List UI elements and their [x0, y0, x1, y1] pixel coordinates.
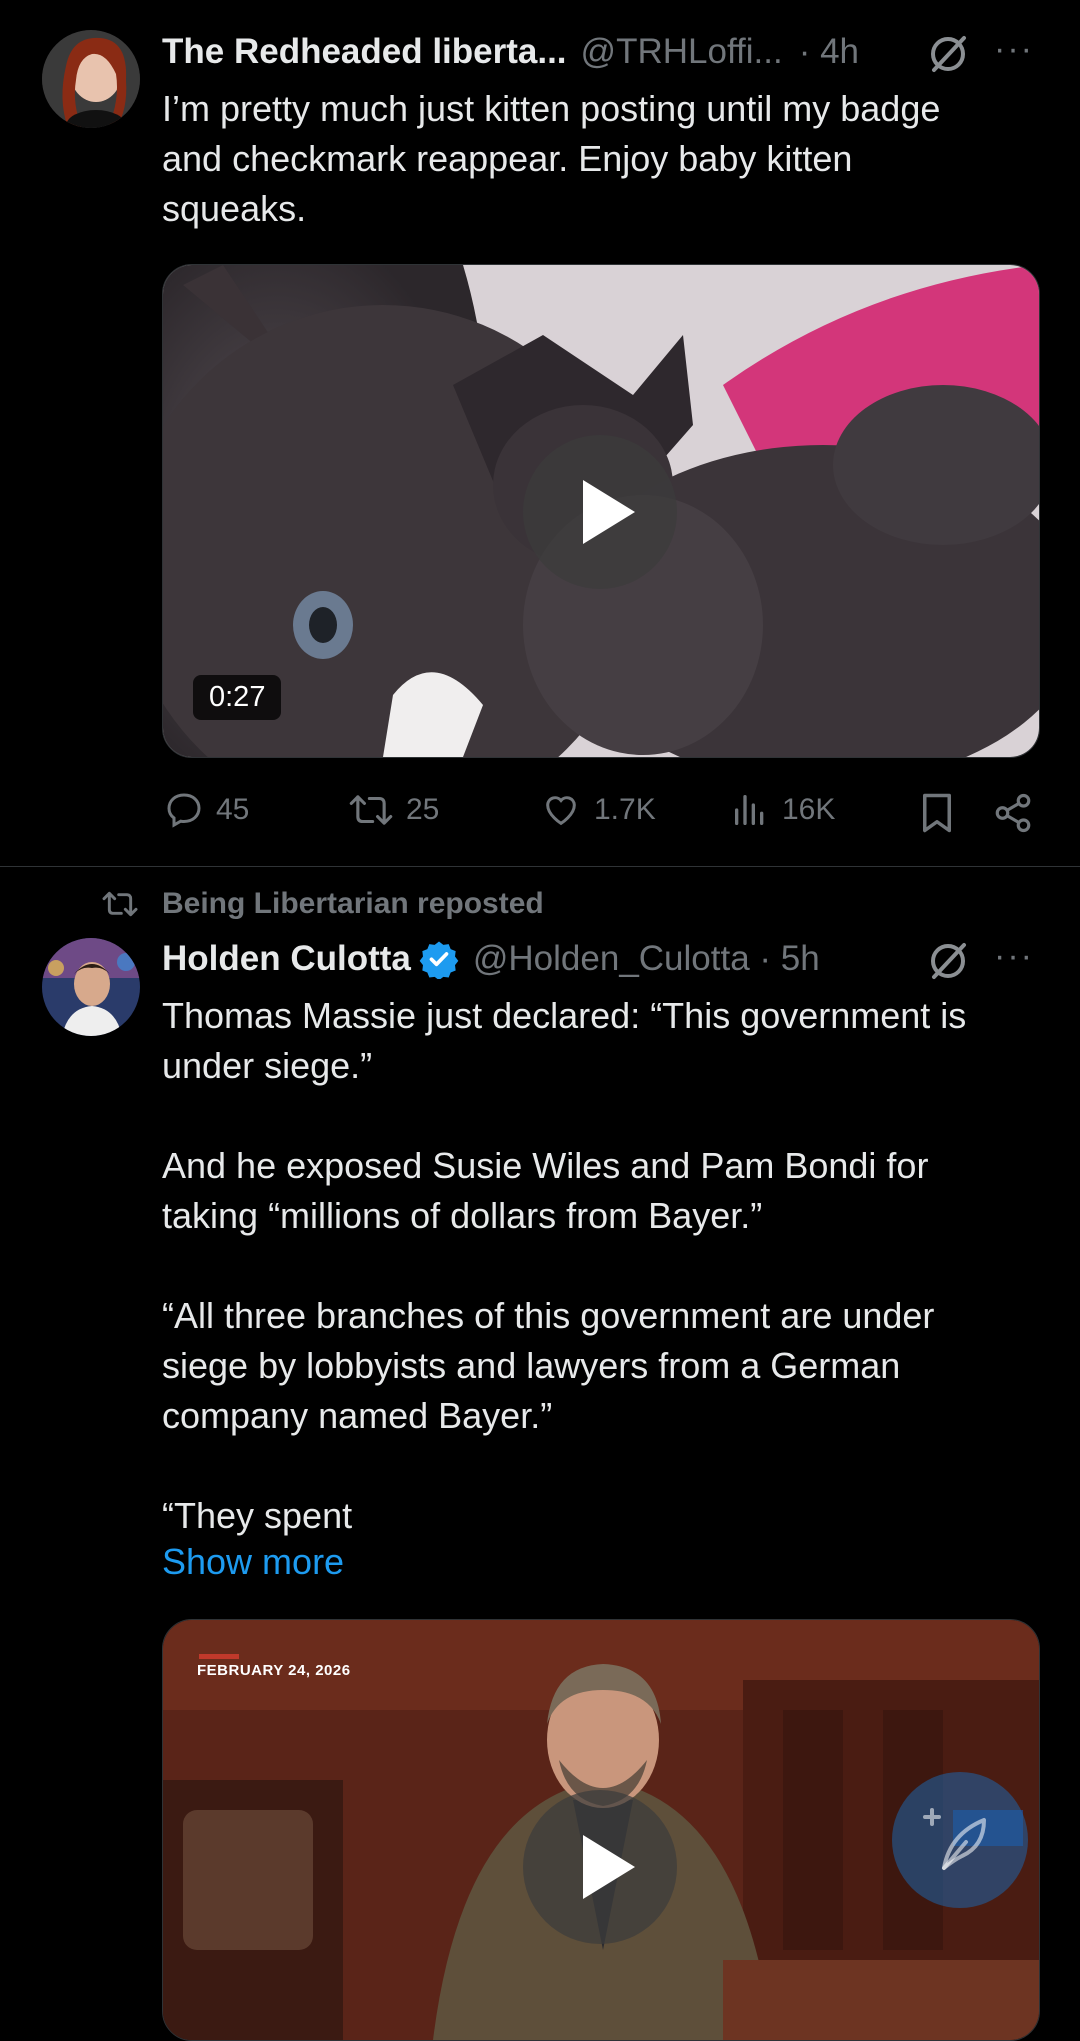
views-count: 16K	[782, 793, 836, 826]
like-count: 1.7K	[594, 793, 656, 826]
like-icon	[546, 796, 576, 826]
video-duration: 0:27	[193, 675, 282, 720]
tweet-2-header: Holden Culotta @Holden_Culotta · 5h	[162, 939, 820, 979]
author-name[interactable]: The Redheaded liberta...	[162, 32, 567, 72]
grok-icon[interactable]	[926, 32, 970, 76]
repost-button[interactable]: 25	[348, 790, 439, 830]
avatar-tweet-2[interactable]	[42, 938, 140, 1036]
repost-indicator[interactable]: Being Libertarian reposted	[100, 887, 544, 921]
video-date-label: FEBRUARY 24, 2026	[197, 1662, 351, 1679]
reply-button[interactable]: 45	[164, 790, 249, 830]
views-button[interactable]: 16K	[730, 790, 835, 830]
reply-icon	[167, 793, 201, 828]
play-icon[interactable]	[523, 1790, 677, 1944]
compose-button[interactable]	[892, 1772, 1028, 1908]
verified-badge-icon	[419, 941, 459, 979]
bookmark-icon[interactable]	[918, 792, 956, 834]
share-icon[interactable]	[992, 792, 1034, 834]
repost-icon	[349, 795, 393, 825]
author-handle[interactable]: @Holden_Culotta · 5h	[473, 939, 820, 979]
tweet-1-header: The Redheaded liberta... @TRHLoffi... · …	[162, 32, 859, 72]
views-icon	[735, 795, 764, 825]
tweet-time[interactable]: · 4h	[799, 32, 859, 72]
play-icon[interactable]	[523, 435, 677, 589]
repost-count: 25	[406, 793, 440, 826]
tweet-1-video[interactable]: 0:27	[162, 264, 1040, 758]
grok-icon[interactable]	[926, 939, 970, 983]
repost-icon	[102, 891, 138, 917]
more-icon[interactable]: ···	[994, 937, 1034, 976]
tweet-1[interactable]: The Redheaded liberta... @TRHLoffi... · …	[0, 0, 1080, 866]
tweet-2[interactable]: Being Libertarian reposted Holden Culott…	[0, 867, 1080, 2041]
author-name[interactable]: Holden Culotta	[162, 939, 411, 979]
avatar-tweet-1[interactable]	[42, 30, 140, 128]
tweet-2-text: Thomas Massie just declared: “This gover…	[162, 995, 967, 1536]
more-icon[interactable]: ···	[994, 30, 1034, 69]
repost-label: Being Libertarian reposted	[162, 887, 544, 920]
compose-icon	[923, 1808, 986, 1870]
show-more-link[interactable]: Show more	[162, 1541, 344, 1583]
like-button[interactable]: 1.7K	[540, 790, 656, 830]
reply-count: 45	[216, 793, 250, 826]
tweet-1-text: I’m pretty much just kitten posting unti…	[162, 88, 941, 229]
author-handle[interactable]: @TRHLoffi...	[581, 32, 783, 72]
